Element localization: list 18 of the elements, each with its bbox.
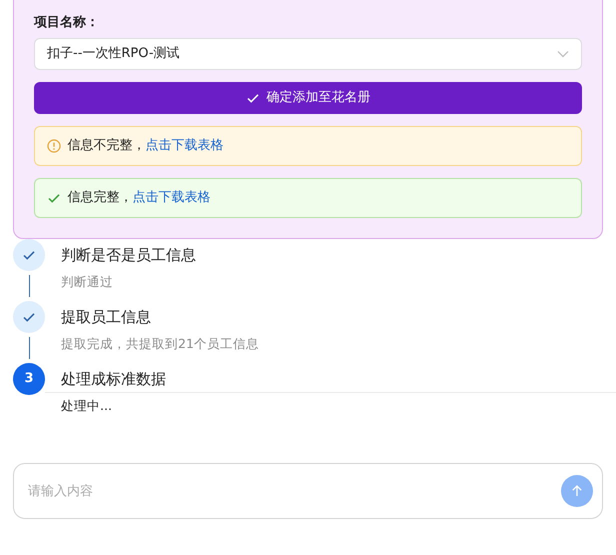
download-link[interactable]: 点击下载表格 [146, 138, 224, 153]
step-title: 处理成标准数据 [61, 368, 166, 390]
arrow-up-icon [570, 484, 584, 498]
step-description: 判断通过 [61, 272, 114, 290]
step-description: 提取完成，共提取到21个员工信息 [61, 334, 259, 352]
field-label: 项目名称： [34, 14, 99, 32]
download-link[interactable]: 点击下载表格 [132, 190, 210, 205]
confirm-button[interactable]: 确定添加至花名册 [34, 82, 582, 114]
step-description: 处理中... [61, 396, 113, 414]
warning-icon [47, 138, 61, 152]
project-select[interactable]: 扣子--一次性RPO-测试 [34, 38, 582, 70]
alert-text: 信息不完整，点击下载表格 [68, 136, 224, 155]
message-input[interactable]: 请输入内容 [13, 463, 603, 520]
chevron-down-icon [557, 50, 569, 58]
step-number: 3 [13, 362, 45, 394]
step-title: 判断是否是员工信息 [61, 244, 196, 266]
step-title: 提取员工信息 [61, 306, 152, 328]
alert-text: 信息完整，点击下载表格 [68, 188, 210, 207]
